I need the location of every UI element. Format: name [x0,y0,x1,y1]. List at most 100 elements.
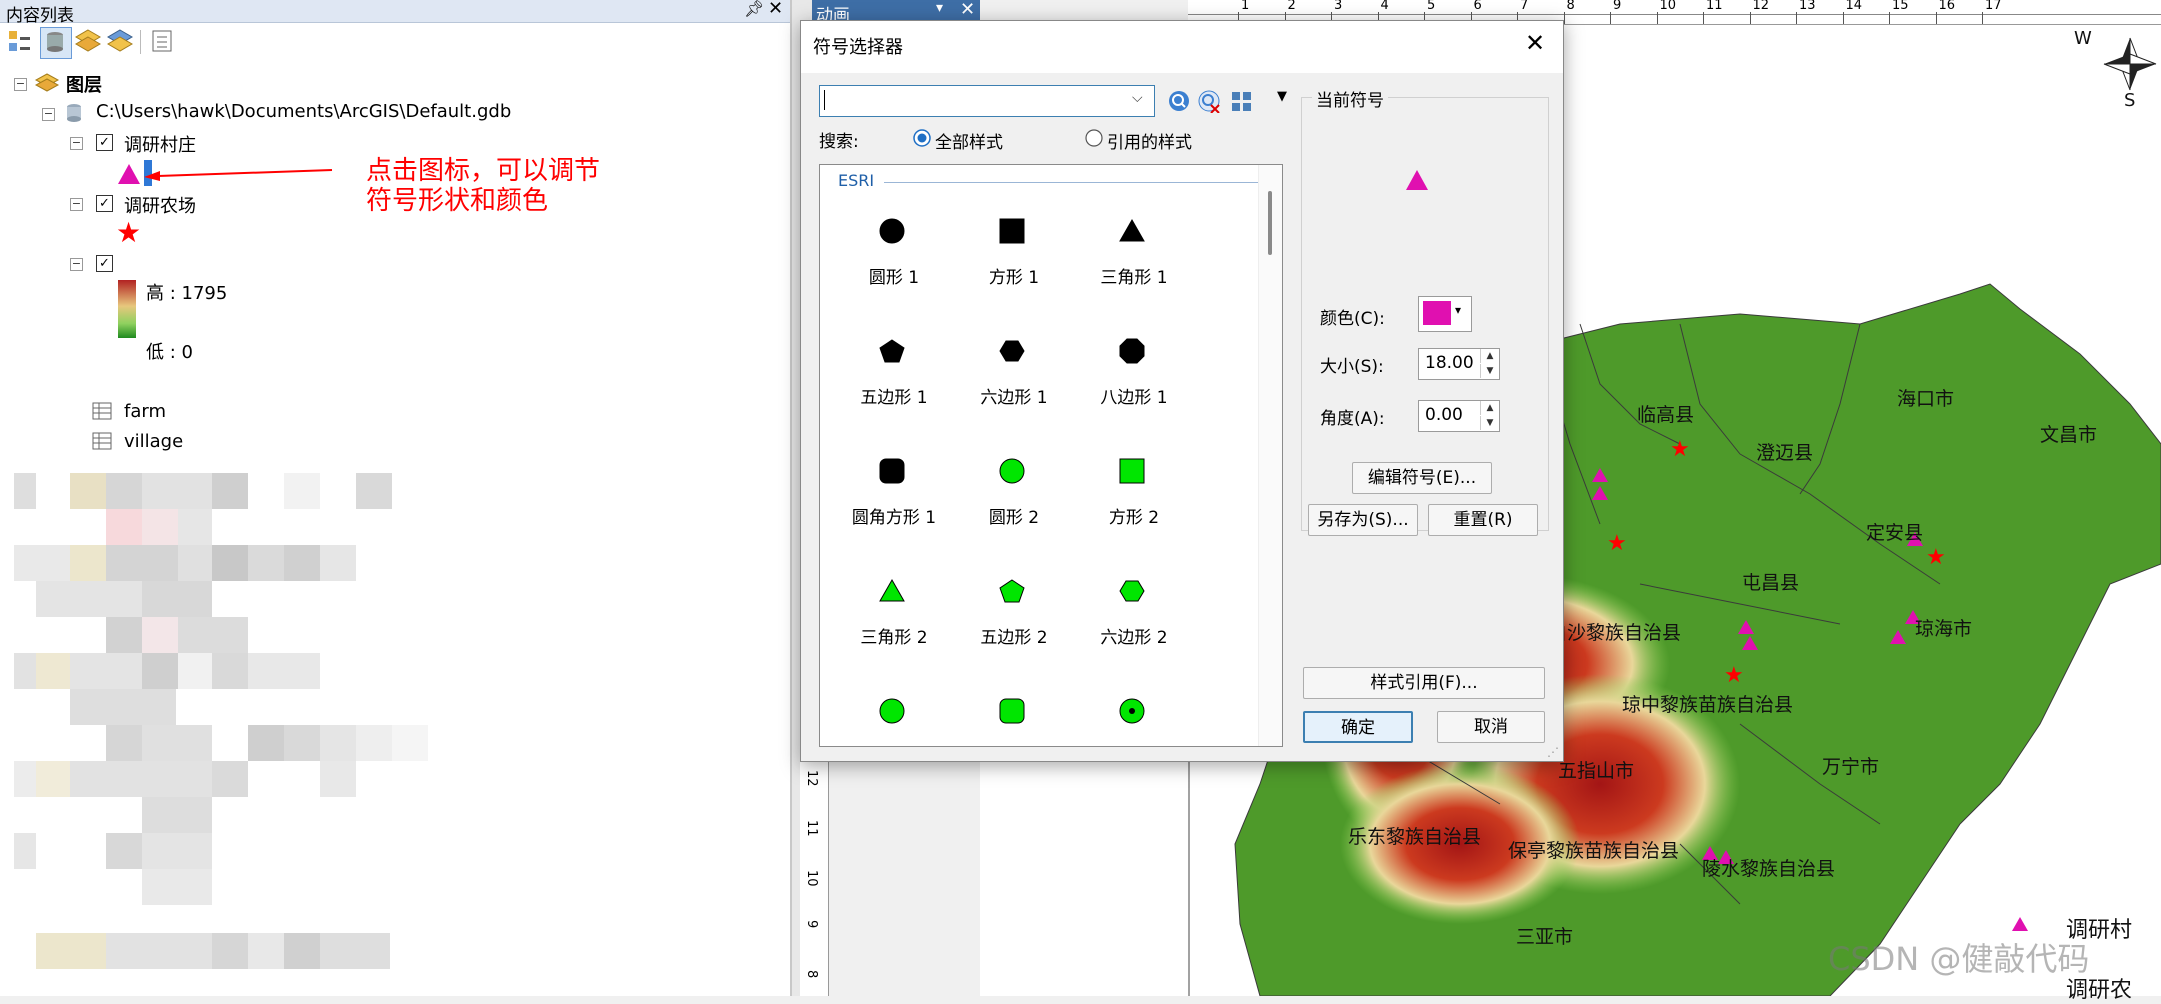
size-label: 大小(S): [1320,357,1384,377]
size-value[interactable]: 18.00 [1425,353,1474,373]
ruler-tick [1703,12,1704,24]
radio-all-styles[interactable] [913,129,931,147]
layer-farm-label[interactable]: 调研农场 [124,192,196,218]
clear-search-icon[interactable] [1197,89,1221,113]
symbol-item[interactable]: 圆角方形 1 [834,445,954,555]
angle-stepper[interactable]: 0.00 ▲ ▼ [1418,400,1500,432]
symbol-item[interactable]: 三角形 2 [834,565,954,675]
collapse-icon[interactable]: − [42,108,55,121]
collapse-icon[interactable]: − [14,78,27,91]
dem-high-label: 高 : 1795 [146,283,228,304]
scrollbar-thumb[interactable] [1268,191,1272,255]
dem-low-label: 低 : 0 [146,342,193,363]
collapse-icon[interactable]: − [70,137,83,150]
chevron-down-icon[interactable]: ▾ [1455,303,1461,317]
search-combobox[interactable]: ⌵ [819,85,1155,117]
farm-symbol-icon[interactable]: ★ [116,219,141,247]
reset-button[interactable]: 重置(R) [1428,504,1538,536]
ruler-tick [1796,12,1797,24]
collapse-icon[interactable]: − [70,198,83,211]
chevron-down-icon[interactable]: ⌵ [1132,90,1143,106]
edit-symbol-button[interactable]: 编辑符号(E)... [1352,462,1492,494]
radio-all-styles-label[interactable]: 全部样式 [935,128,1003,153]
map-label: 定安县 [1866,522,1924,544]
ruler-tick-label: 13 [1799,0,1816,13]
size-stepper[interactable]: 18.00 ▲ ▼ [1418,348,1500,380]
circle-symbol-icon [879,218,905,244]
save-as-button[interactable]: 另存为(S)... [1308,504,1418,536]
pin-icon[interactable]: 📌︎ [744,0,764,18]
symbol-item[interactable] [1074,685,1194,746]
gdb-path-label[interactable]: C:\Users\hawk\Documents\ArcGIS\Default.g… [96,101,511,122]
symbol-list[interactable]: ESRI 圆形 1 方形 1 三角形 1 五边形 1 六边形 1 八边形 1 圆角方形 1圆… [819,164,1283,747]
roundsquare-symbol-icon [999,698,1025,724]
dropdown-icon[interactable]: ▾ [936,0,943,16]
dotcircle-symbol-icon [1119,698,1145,724]
layer-visibility-checkbox[interactable]: ✓ [96,195,113,212]
triangle-symbol-icon [1119,218,1145,242]
angle-value[interactable]: 0.00 [1425,405,1463,425]
ruler-tick-label: 8 [804,970,819,979]
view-dropdown-icon[interactable]: ▼ [1277,89,1287,104]
decrement-icon[interactable]: ▼ [1480,416,1499,430]
close-icon[interactable]: ✕ [960,0,975,20]
collapse-icon[interactable]: − [70,258,83,271]
ruler-tick [1749,12,1751,24]
layer-visibility-checkbox[interactable]: ✓ [96,255,113,272]
symbol-selector-dialog: 符号选择器 ✕ ⌵ ▼ 搜索: 全部样式 引用的样式 ESRI 圆形 1 方形 1… [800,20,1564,762]
style-references-button[interactable]: 样式引用(F)... [1303,667,1545,699]
decrement-icon[interactable]: ▼ [1480,364,1499,378]
list-by-drawing-order-icon[interactable] [6,27,36,57]
symbol-item[interactable]: 圆形 2 [954,445,1074,555]
symbol-item[interactable]: 六边形 2 [1074,565,1194,675]
ruler-tick [1656,12,1658,24]
list-by-visibility-icon[interactable] [74,27,104,57]
symbol-label: 方形 2 [1108,508,1160,528]
ruler-tick-label: 12 [1752,0,1770,13]
ruler-tick-label: 9 [1613,0,1622,13]
hexagon-symbol-icon [999,340,1025,362]
symbol-item[interactable]: 圆形 1 [834,205,954,315]
resize-grip-icon[interactable]: ⋰ [1547,745,1559,759]
close-icon[interactable]: ✕ [768,0,783,19]
cancel-button[interactable]: 取消 [1437,711,1545,743]
radio-referenced-styles[interactable] [1085,129,1103,147]
dem-color-ramp [118,280,136,338]
symbol-item[interactable]: 三角形 1 [1074,205,1194,315]
color-picker-button[interactable]: ▾ [1418,296,1472,332]
search-icon[interactable] [1167,89,1191,113]
list-by-selection-icon[interactable] [106,27,136,57]
radio-referenced-label[interactable]: 引用的样式 [1107,128,1192,153]
symbol-item[interactable] [834,685,954,746]
toc-title-bar: 内容列表 📌︎ ✕ [0,0,790,26]
options-icon[interactable] [148,27,178,57]
symbol-item[interactable]: 五边形 1 [834,325,954,435]
village-symbol-icon[interactable] [116,162,142,186]
triangle-symbol-icon [879,578,905,602]
view-grid-icon[interactable] [1231,91,1257,113]
symbol-item[interactable]: 六边形 1 [954,325,1074,435]
layers-root-label[interactable]: 图层 [66,71,102,97]
map-label: 琼中黎族苗族自治县 [1622,694,1794,716]
symbol-item[interactable]: 方形 1 [954,205,1074,315]
layer-visibility-checkbox[interactable]: ✓ [96,134,113,151]
layer-village-label[interactable]: 调研村庄 [124,131,196,157]
table-of-contents-panel: 内容列表 📌︎ ✕ − 图层 − C:\Users\hawk\Documents… [0,0,792,996]
table-farm-label[interactable]: farm [124,401,166,422]
increment-icon[interactable]: ▲ [1480,401,1499,415]
toolbar-divider [140,30,141,54]
list-by-source-icon[interactable] [40,27,72,59]
symbol-item[interactable]: 八边形 1 [1074,325,1194,435]
layers-icon [34,73,60,92]
close-icon[interactable]: ✕ [1525,29,1545,57]
current-symbol-label: 当前符号 [1312,86,1388,111]
map-label: 五指山市 [1558,760,1635,782]
ruler-tick-label: 4 [1380,0,1389,13]
ok-button[interactable]: 确定 [1303,711,1413,743]
symbol-item[interactable] [954,685,1074,746]
increment-icon[interactable]: ▲ [1480,349,1499,363]
symbol-item[interactable]: 方形 2 [1074,445,1194,555]
symbol-item[interactable]: 五边形 2 [954,565,1074,675]
scrollbar[interactable] [1258,165,1282,746]
table-village-label[interactable]: village [124,431,183,452]
